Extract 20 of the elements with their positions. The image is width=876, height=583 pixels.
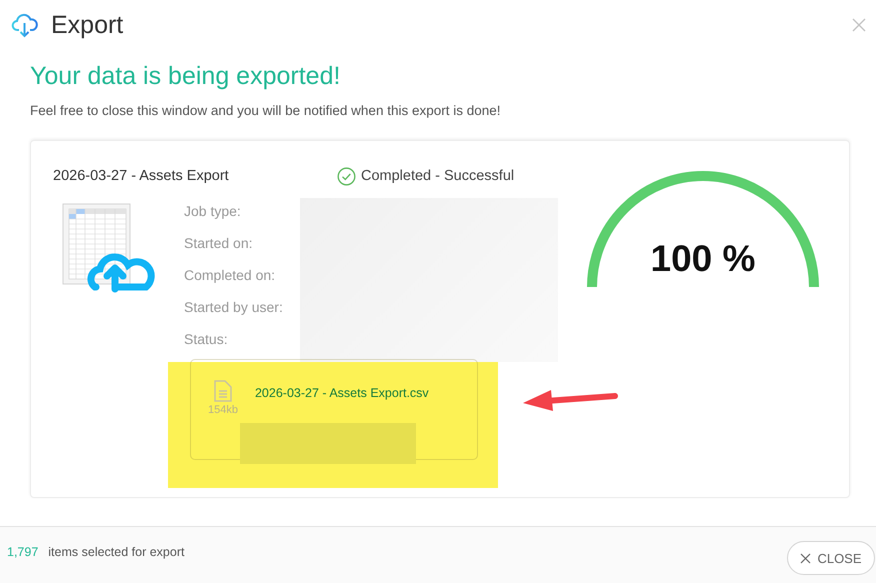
field-label: Started on:	[184, 234, 254, 253]
file-size: 154kb	[208, 404, 238, 416]
item-count: 1,797	[7, 544, 38, 558]
document-icon	[214, 380, 232, 402]
field-label: Started by user:	[184, 298, 283, 317]
close-icon	[800, 552, 812, 564]
export-heading: Your data is being exported!	[30, 62, 342, 91]
progress-reading: 100 %	[650, 238, 756, 280]
field-label: Completed on:	[184, 266, 276, 285]
export-message: Feel free to close this window and you will be notified when this export is done!	[30, 103, 502, 118]
job-status: Completed - Successful	[361, 168, 514, 184]
close-icon[interactable]	[851, 17, 867, 33]
field-label: Job type:	[184, 202, 242, 221]
job-title: 2026-03-27 - Assets Export	[53, 168, 230, 184]
window-title: Export	[51, 10, 124, 40]
footer-text: items selected for export	[48, 544, 184, 558]
file-link[interactable]: 2026-03-27 - Assets Export.csv	[254, 386, 429, 400]
cloud-download-icon	[11, 11, 39, 39]
field-label: Status:	[184, 330, 229, 349]
close-button[interactable]: CLOSE	[787, 541, 875, 575]
